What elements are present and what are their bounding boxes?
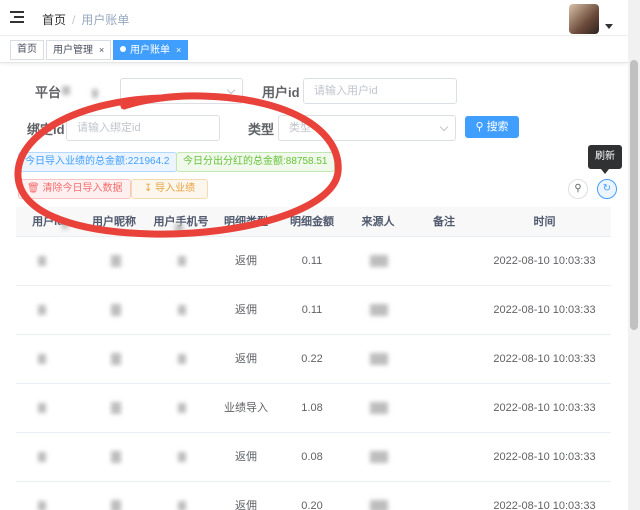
table-cell-amount: 0.11 (301, 304, 323, 316)
redacted-cell (178, 501, 186, 510)
refresh-tooltip: 刷新 (588, 145, 622, 174)
search-button[interactable]: ⚲ 搜索 (465, 116, 519, 138)
active-dot-icon (120, 46, 126, 52)
redacted-cell (111, 304, 121, 316)
redacted-cell (370, 402, 388, 414)
tags-view: 首页 用户管理 × 用户账单 × (0, 37, 628, 63)
table-cell-type: 返佣 (235, 451, 257, 463)
table-cell-time: 2022-08-10 10:03:33 (493, 451, 596, 463)
redacted-cell (111, 402, 121, 414)
redacted-cell (178, 256, 186, 266)
redacted-cell (111, 255, 121, 267)
table-cell-amount: 1.08 (301, 402, 323, 414)
tag-label: 首页 (17, 44, 37, 55)
redacted-cell (178, 403, 186, 413)
bill-table: 用户id 用户昵称 用户手机号 明细类型 明细金额 来源人 备注 时间 返佣 0.… (16, 207, 611, 510)
table-body: 返佣 0.11 2022-08-10 10:03:33 返佣 0.11 2022-08-1… (16, 237, 611, 510)
refresh-icon: ↻ (602, 183, 612, 194)
redacted-cell (370, 255, 388, 267)
hamburger-menu-icon[interactable] (10, 11, 24, 23)
scrollbar[interactable] (628, 0, 640, 510)
redacted-cell (38, 354, 46, 364)
redacted-cell (178, 305, 186, 315)
table-cell-time: 2022-08-10 10:03:33 (493, 304, 596, 316)
redacted-cell (370, 304, 388, 316)
redacted-cell (38, 403, 46, 413)
table-cell-type: 返佣 (235, 255, 257, 267)
table-cell-amount: 0.11 (301, 255, 323, 267)
table-cell-time: 2022-08-10 10:03:33 (493, 255, 596, 267)
column-header: 来源人 (361, 216, 395, 228)
redacted-cell (370, 500, 388, 510)
close-icon[interactable]: × (176, 45, 181, 55)
search-icon: ⚲ (475, 121, 484, 133)
column-header: 时间 (533, 216, 556, 228)
table-cell-time: 2022-08-10 10:03:33 (493, 353, 596, 365)
navbar: 首页 / 用户账单 (0, 0, 628, 36)
tag-label: 用户账单 (130, 45, 170, 56)
redacted-cell (111, 451, 121, 463)
table-cell-time: 2022-08-10 10:03:33 (493, 402, 596, 414)
table-cell-amount: 0.22 (301, 353, 323, 365)
search-icon: ⚲ (574, 183, 582, 194)
breadcrumb-separator: / (72, 13, 76, 27)
redacted-cell (38, 501, 46, 510)
redacted-cell (370, 353, 388, 365)
redacted-cell (111, 353, 121, 365)
table-cell-type: 返佣 (235, 500, 257, 510)
close-icon[interactable]: × (99, 45, 104, 55)
tag-home[interactable]: 首页 (10, 40, 44, 60)
caret-down-icon[interactable] (605, 24, 613, 29)
tag-user-bill[interactable]: 用户账单 × (113, 40, 189, 60)
redacted-cell (38, 256, 46, 266)
table-row: 返佣 0.11 2022-08-10 10:03:33 (16, 237, 611, 286)
tag-user-management[interactable]: 用户管理 × (46, 40, 112, 60)
breadcrumb-current: 用户账单 (81, 13, 130, 27)
scrollbar-thumb[interactable] (630, 60, 638, 330)
table-cell-amount: 0.08 (301, 451, 323, 463)
red-annotation-circle (14, 92, 342, 238)
breadcrumb: 首页 / 用户账单 (42, 11, 129, 28)
avatar[interactable] (569, 4, 599, 34)
redacted-cell (38, 452, 46, 462)
table-row: 返佣 0.08 2022-08-10 10:03:33 (16, 433, 611, 482)
toggle-search-button[interactable]: ⚲ (568, 179, 588, 199)
table-cell-amount: 0.20 (301, 500, 323, 510)
table-cell-type: 业绩导入 (224, 402, 268, 414)
breadcrumb-home[interactable]: 首页 (42, 13, 66, 27)
chevron-down-icon (439, 122, 449, 132)
tag-label: 用户管理 (53, 45, 93, 56)
redacted-cell (38, 305, 46, 315)
redacted-cell (111, 500, 121, 510)
table-row: 返佣 0.11 2022-08-10 10:03:33 (16, 286, 611, 335)
redacted-cell (370, 451, 388, 463)
redacted-cell (178, 452, 186, 462)
search-button-label: 搜索 (486, 121, 509, 133)
table-row: 业绩导入 1.08 2022-08-10 10:03:33 (16, 384, 611, 433)
table-cell-type: 返佣 (235, 304, 257, 316)
refresh-button[interactable]: ↻ (597, 179, 617, 199)
redacted-cell (178, 354, 186, 364)
table-cell-time: 2022-08-10 10:03:33 (493, 500, 596, 510)
table-cell-type: 返佣 (235, 353, 257, 365)
table-row: 返佣 0.22 2022-08-10 10:03:33 (16, 335, 611, 384)
column-header: 备注 (433, 216, 455, 228)
table-row: 返佣 0.20 2022-08-10 10:03:33 (16, 482, 611, 510)
